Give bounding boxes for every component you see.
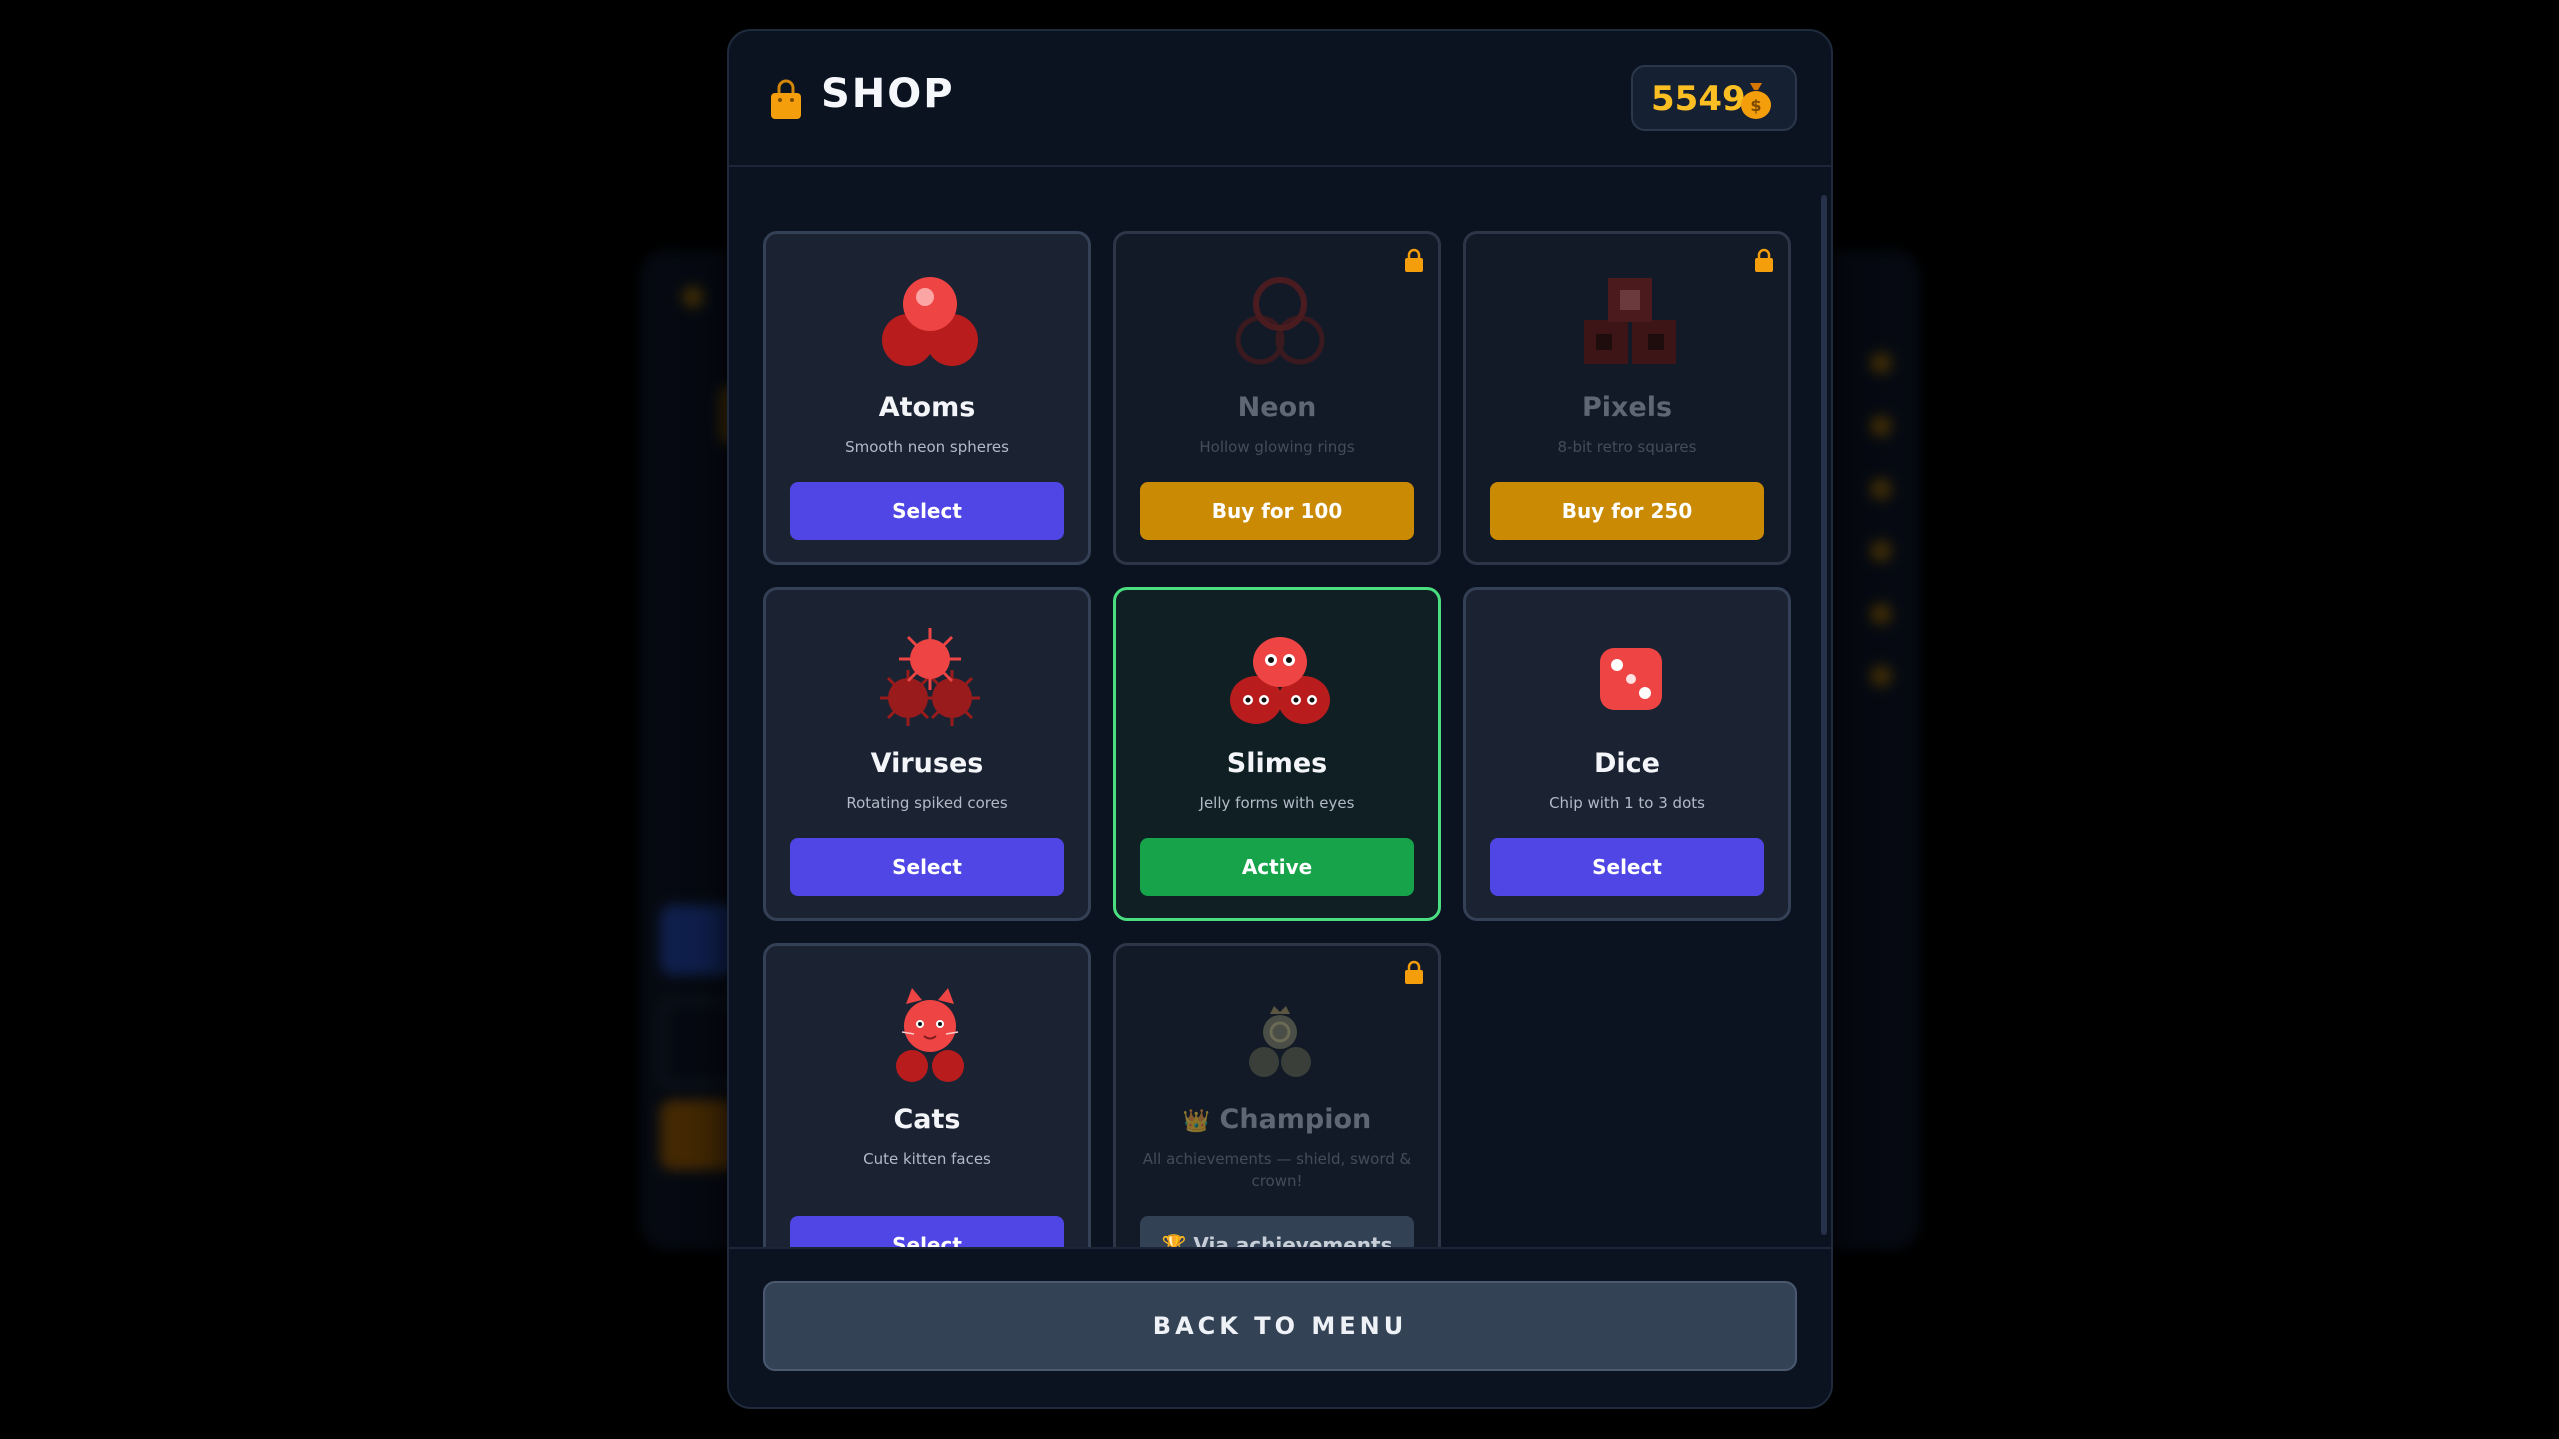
lock-icon — [1755, 248, 1773, 272]
shop-header: SHOP 5549 $ — [729, 31, 1831, 167]
champion-icon — [1249, 1006, 1311, 1077]
neon-rings-icon — [1235, 277, 1325, 365]
crown-icon: 👑 — [1182, 1109, 1211, 1134]
active-button[interactable]: Active — [1140, 838, 1414, 896]
skin-name: Slimes — [1226, 748, 1328, 779]
skin-name: Dice — [1594, 748, 1660, 779]
skin-name: Neon — [1237, 392, 1317, 423]
shop-footer: BACK TO MENU — [729, 1247, 1831, 1407]
skin-description: All achievements — shield, sword & crown… — [1142, 1150, 1412, 1190]
svg-text:$: $ — [1750, 96, 1761, 115]
atoms-icon — [882, 277, 978, 366]
skin-card-atoms: Atoms Smooth neon spheres Select — [763, 231, 1091, 565]
skin-name: Atoms — [878, 392, 976, 423]
shopping-bag-icon — [771, 79, 801, 119]
skin-description: Jelly forms with eyes — [1199, 794, 1355, 812]
coin-balance: 5549 $ — [1631, 65, 1797, 131]
skin-description: Cute kitten faces — [863, 1150, 991, 1168]
skin-description: Rotating spiked cores — [846, 794, 1008, 812]
lock-icon — [1405, 248, 1423, 272]
skin-description: Smooth neon spheres — [845, 438, 1009, 456]
skin-card-pixels: Pixels 8-bit retro squares Buy for 250 — [1463, 231, 1791, 565]
shop-modal: SHOP 5549 $ Atoms Smooth neon spheres Se… — [727, 29, 1833, 1409]
cat-icon — [896, 988, 964, 1082]
select-button[interactable]: Select — [790, 482, 1064, 540]
skin-grid[interactable]: Atoms Smooth neon spheres Select Neon Ho… — [729, 167, 1831, 1281]
skin-description: Hollow glowing rings — [1199, 438, 1355, 456]
lock-icon — [1405, 960, 1423, 984]
skin-name-text: Champion — [1219, 1104, 1372, 1135]
dice-icon — [1600, 648, 1662, 710]
page-title: SHOP — [821, 71, 955, 117]
pixel-squares-icon — [1584, 278, 1676, 364]
slime-icon — [1230, 637, 1330, 724]
skin-card-dice: Dice Chip with 1 to 3 dots Select — [1463, 587, 1791, 921]
skin-description: 8-bit retro squares — [1557, 438, 1697, 456]
skin-card-viruses: Viruses Rotating spiked cores Select — [763, 587, 1091, 921]
scrollbar[interactable] — [1821, 195, 1827, 1235]
skin-description: Chip with 1 to 3 dots — [1549, 794, 1705, 812]
skin-card-neon: Neon Hollow glowing rings Buy for 100 — [1113, 231, 1441, 565]
skin-card-slimes: Slimes Jelly forms with eyes Active — [1113, 587, 1441, 921]
select-button[interactable]: Select — [790, 838, 1064, 896]
skin-card-champion: 👑 Champion All achievements — shield, sw… — [1113, 943, 1441, 1277]
skin-name: 👑 Champion — [1116, 1104, 1438, 1135]
coin-count: 5549 — [1651, 79, 1746, 119]
skin-name: Pixels — [1581, 392, 1673, 423]
buy-button[interactable]: Buy for 250 — [1490, 482, 1764, 540]
virus-icon — [880, 628, 980, 726]
select-button[interactable]: Select — [1490, 838, 1764, 896]
skin-card-cats: Cats Cute kitten faces Select — [763, 943, 1091, 1277]
buy-button[interactable]: Buy for 100 — [1140, 482, 1414, 540]
skin-name: Cats — [893, 1104, 961, 1135]
skin-name: Viruses — [870, 748, 984, 779]
money-bag-icon: $ — [1741, 83, 1771, 119]
back-to-menu-button[interactable]: BACK TO MENU — [763, 1281, 1797, 1371]
